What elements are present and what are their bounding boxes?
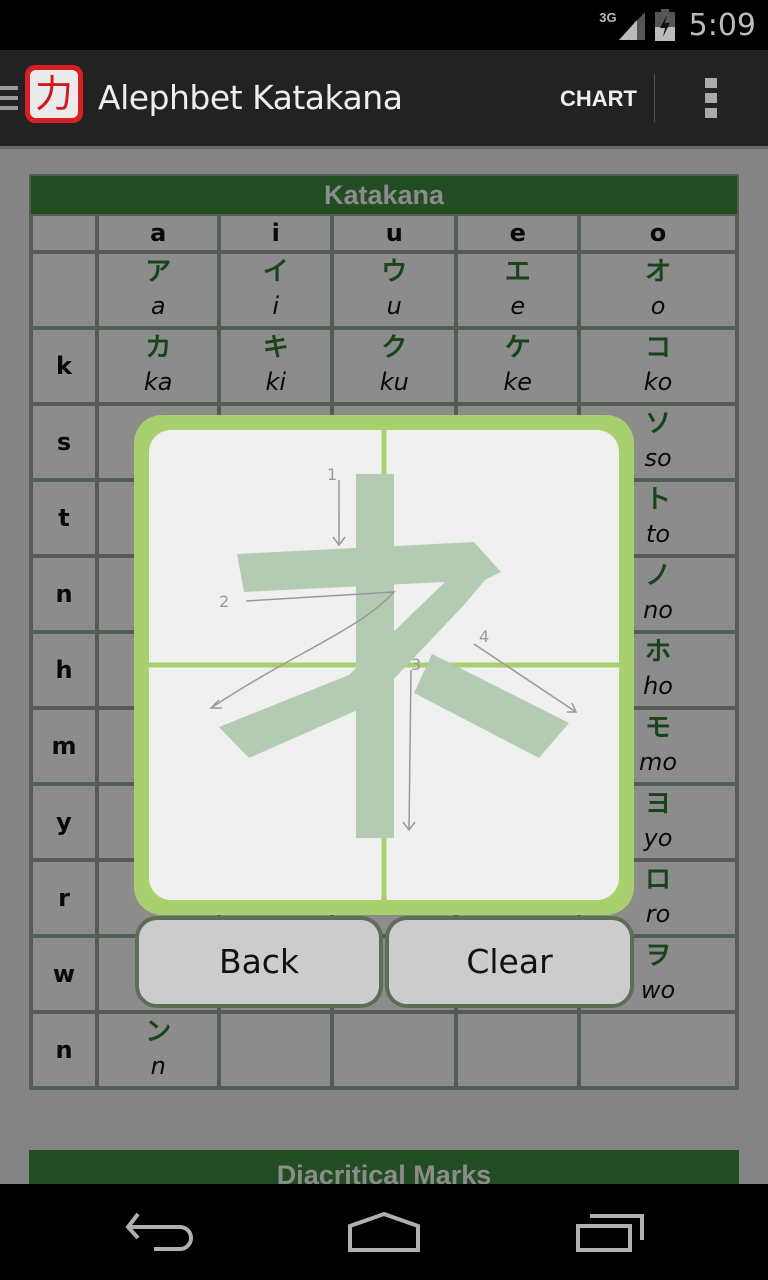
clock: 5:09	[688, 7, 756, 43]
stroke-number-2: 2	[219, 592, 229, 611]
stroke-number-3: 3	[411, 655, 421, 674]
status-bar: 3G 5:09	[0, 0, 768, 50]
drawing-canvas[interactable]: 1 2 3 4	[149, 430, 619, 900]
stroke-number-1: 1	[327, 465, 337, 484]
overflow-menu-icon[interactable]	[705, 78, 717, 118]
action-bar-divider	[654, 74, 655, 122]
network-type: 3G	[599, 9, 617, 25]
drawer-icon[interactable]	[0, 86, 20, 112]
navigation-bar	[0, 1184, 768, 1280]
back-button[interactable]: Back	[135, 916, 383, 1008]
app-icon[interactable]: 力	[25, 65, 83, 123]
back-icon[interactable]	[124, 1212, 196, 1252]
character-strokes	[219, 474, 569, 838]
app-title: Alephbet Katakana	[98, 78, 403, 117]
home-icon[interactable]	[346, 1212, 422, 1252]
signal-icon	[618, 12, 645, 40]
stroke-number-4: 4	[479, 627, 489, 646]
stroke-diagram: 1 2 3 4	[149, 430, 619, 900]
recents-icon[interactable]	[574, 1212, 646, 1252]
stroke-order-dialog: 1 2 3 4	[134, 415, 634, 915]
battery-charging-icon	[654, 9, 675, 41]
chart-button[interactable]: CHART	[560, 86, 637, 112]
clear-button[interactable]: Clear	[385, 916, 634, 1008]
stroke-4	[414, 654, 569, 758]
app-icon-glyph: 力	[30, 70, 78, 118]
